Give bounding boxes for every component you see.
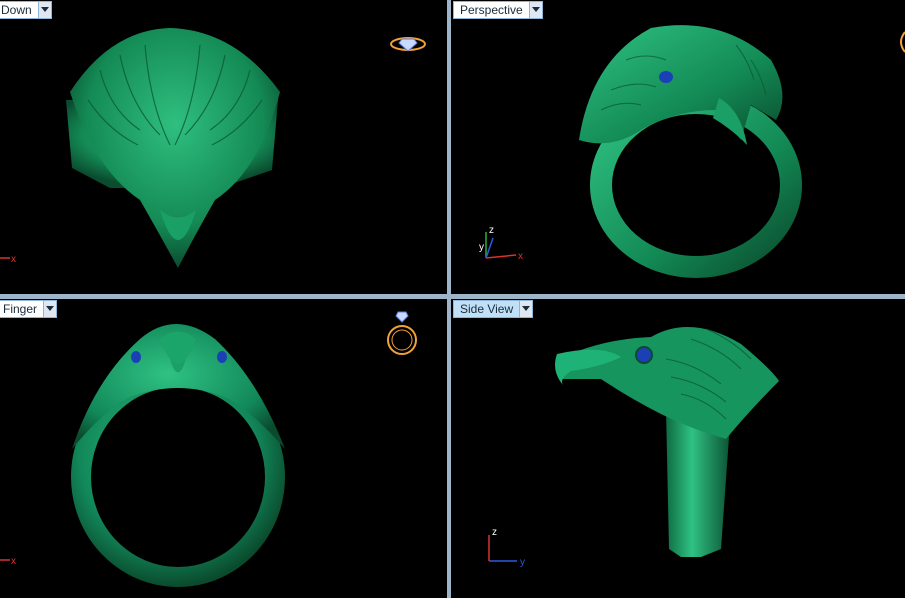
viewport-down[interactable]: x Down bbox=[0, 0, 447, 294]
ring-front-icon[interactable] bbox=[386, 308, 418, 360]
svg-text:y: y bbox=[479, 242, 484, 253]
svg-text:z: z bbox=[492, 527, 497, 538]
diamond-ring-top-icon[interactable] bbox=[388, 33, 428, 55]
viewport-tab-down[interactable]: Down bbox=[0, 1, 52, 19]
chevron-down-icon[interactable] bbox=[519, 301, 533, 317]
view-widget-icon[interactable] bbox=[897, 30, 905, 54]
viewport-side-view[interactable]: z y Side View bbox=[451, 299, 905, 598]
viewport-perspective[interactable]: z y x Perspective bbox=[451, 0, 905, 294]
axis-indicator: x bbox=[0, 254, 16, 265]
viewport-label: Finger bbox=[0, 301, 44, 317]
axis-indicator: z y bbox=[488, 527, 525, 568]
chevron-down-icon[interactable] bbox=[37, 2, 51, 18]
viewport-label: Perspective bbox=[454, 2, 529, 18]
svg-text:x: x bbox=[11, 556, 16, 567]
svg-text:x: x bbox=[11, 254, 16, 265]
viewport-splitter-vertical[interactable] bbox=[447, 0, 451, 598]
viewport-finger[interactable]: x Finger bbox=[0, 299, 447, 598]
svg-text:x: x bbox=[518, 251, 523, 262]
viewport-tab-finger[interactable]: Finger bbox=[0, 300, 58, 318]
viewport-tab-perspective[interactable]: Perspective bbox=[453, 1, 543, 19]
svg-text:z: z bbox=[489, 225, 494, 236]
svg-text:y: y bbox=[520, 557, 525, 568]
chevron-down-icon[interactable] bbox=[43, 301, 57, 317]
ring-top-view-render: x bbox=[0, 28, 280, 268]
ring-side-view-render: z y bbox=[488, 327, 779, 568]
chevron-down-icon[interactable] bbox=[528, 2, 542, 18]
viewport-tab-side-view[interactable]: Side View bbox=[453, 300, 534, 318]
viewport-splitter-horizontal[interactable] bbox=[0, 294, 905, 299]
ring-front-view-render: x bbox=[0, 324, 285, 587]
axis-indicator: z y x bbox=[479, 225, 523, 262]
viewport-label: Side View bbox=[454, 301, 520, 317]
viewport-label: Down bbox=[0, 2, 38, 18]
ring-perspective-render: z y x bbox=[479, 25, 802, 278]
axis-indicator: x bbox=[0, 556, 16, 567]
